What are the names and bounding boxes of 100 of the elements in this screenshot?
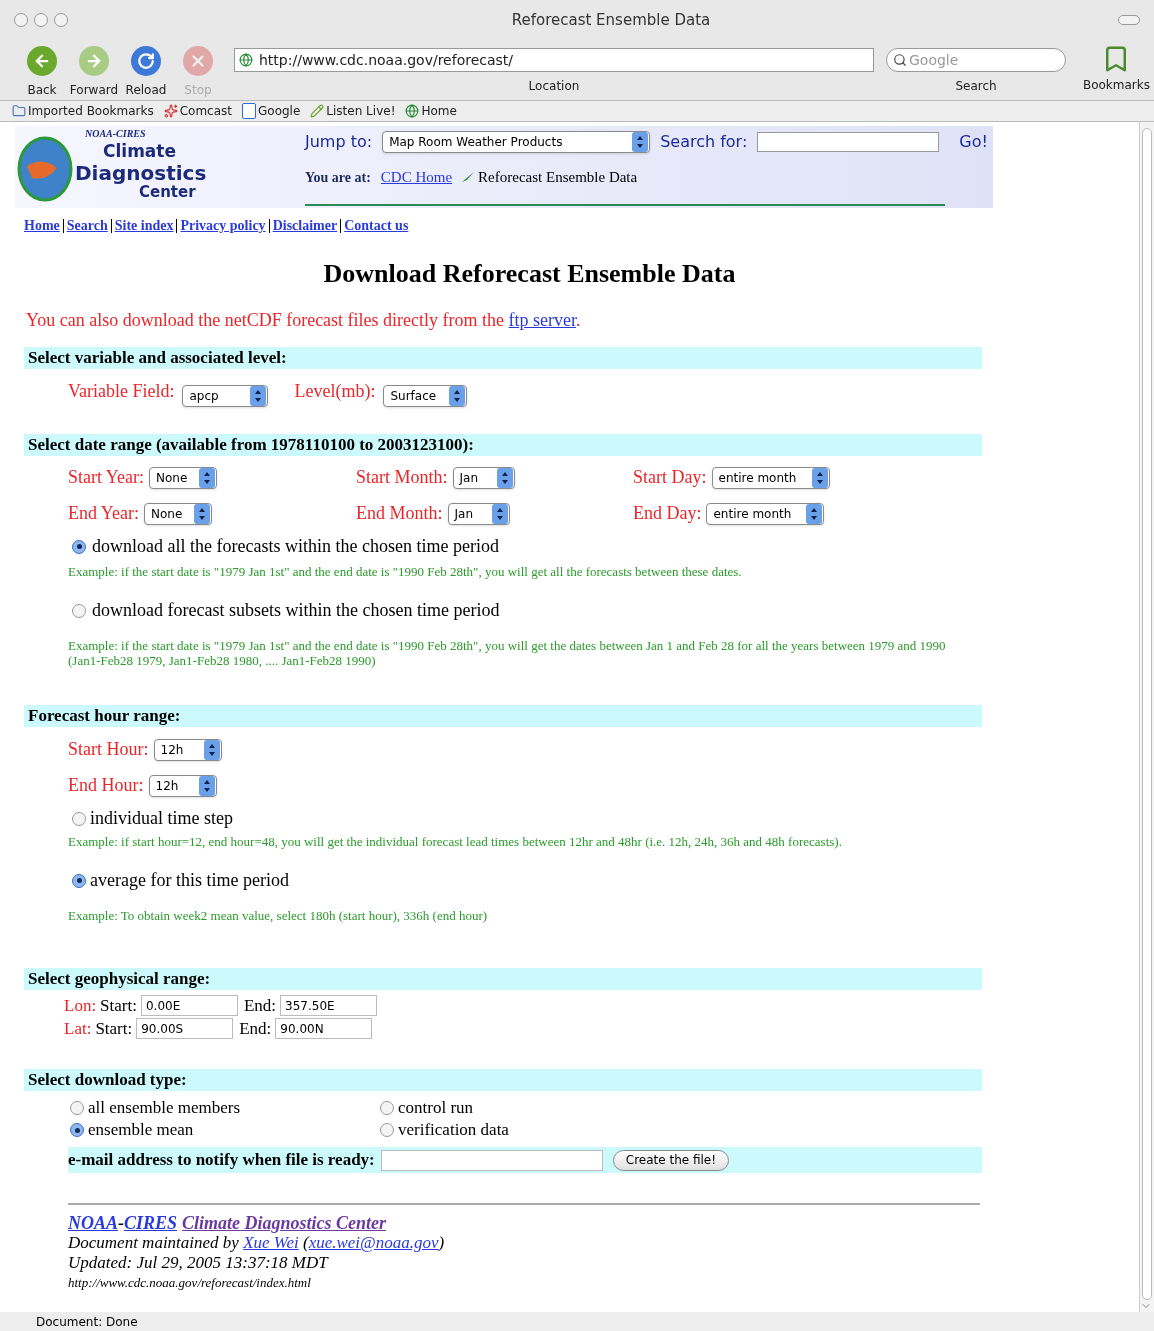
radio-button[interactable] — [70, 1101, 84, 1115]
go-button[interactable]: Go! — [959, 130, 988, 154]
breadcrumb-current: Reforecast Ensemble Data — [478, 168, 638, 187]
field-caption: Search — [955, 78, 997, 95]
radio-button[interactable] — [380, 1101, 394, 1115]
email-field[interactable] — [380, 1149, 603, 1171]
field-label: Start Month: — [356, 466, 448, 489]
option-label: all ensemble members — [88, 1097, 240, 1120]
maintainer-link[interactable]: Xue Wei — [243, 1233, 299, 1252]
org-link[interactable]: CIRES — [124, 1213, 178, 1233]
address-field[interactable]: http://www.cdc.noaa.gov/reforecast/ — [234, 48, 874, 72]
window-control-icon[interactable] — [54, 13, 68, 27]
text-field[interactable]: 0.00E — [140, 995, 238, 1016]
text-field[interactable]: 357.50E — [280, 995, 378, 1016]
field-label: End Year: — [68, 502, 139, 525]
radio-button[interactable] — [72, 603, 86, 618]
text-field[interactable]: 90.00N — [275, 1018, 373, 1039]
dropdown[interactable]: Jan — [447, 502, 510, 525]
nav-link[interactable]: Disclaimer — [272, 215, 338, 236]
toolbar-toggle-icon[interactable] — [1118, 15, 1140, 25]
stepper-icon — [491, 503, 508, 524]
text-field[interactable]: 90.00S — [136, 1018, 234, 1039]
page-url: http://www.cdc.noaa.gov/reforecast/index.html — [68, 1274, 312, 1292]
radio-button[interactable] — [380, 1123, 394, 1137]
stepper-icon — [194, 503, 210, 524]
dropdown[interactable]: entire month — [706, 502, 825, 525]
ftp-link[interactable]: ftp server — [508, 310, 577, 330]
toolbar-button[interactable]: Back — [16, 40, 68, 99]
dropdown[interactable]: 12h — [153, 738, 222, 761]
email-label: e-mail address to notify when file is ready: — [68, 1149, 375, 1172]
stepper-icon — [632, 132, 649, 152]
field-label: Start Hour: — [68, 738, 149, 761]
create-file-button[interactable]: Create the file! — [612, 1149, 730, 1171]
bookmark-link[interactable]: Imported Bookmarks — [28, 102, 154, 120]
maintainer-text: Document maintained by Xue Wei (xue.wei@noaa.gov) — [68, 1233, 446, 1253]
stop-icon — [183, 46, 213, 76]
toolbar-button[interactable]: Reload — [120, 40, 172, 99]
nav-link[interactable]: Privacy policy — [180, 215, 266, 236]
field-label: End Day: — [633, 502, 702, 525]
radio-button[interactable] — [72, 539, 86, 554]
option-label: ensemble mean — [88, 1119, 194, 1142]
status-text: Document: Done — [36, 1313, 138, 1331]
site-search-field[interactable] — [757, 132, 940, 152]
option-label: average for this time period — [90, 869, 289, 892]
dropdown[interactable]: Surface — [383, 385, 468, 407]
org-link[interactable]: Climate Diagnostics Center — [182, 1213, 387, 1233]
toolbar-button[interactable]: Forward — [68, 40, 120, 99]
bookmark-link[interactable]: Home — [421, 102, 457, 120]
field-label: End Hour: — [68, 774, 144, 797]
dropdown[interactable]: entire month — [711, 466, 830, 489]
dropdown[interactable]: None — [144, 502, 212, 525]
dropdown[interactable]: Jan — [452, 466, 515, 489]
email-link[interactable]: xue.wei@noaa.gov — [308, 1233, 439, 1252]
radio-button[interactable] — [70, 1123, 84, 1137]
logo-text: Diagnostics — [75, 160, 207, 186]
reload-icon — [131, 46, 161, 76]
bookmark-link[interactable]: Listen Live! — [326, 102, 396, 120]
field-label: Start: — [95, 1017, 133, 1040]
logo-top-text: NOAA-CIRES — [85, 127, 146, 141]
search-icon — [893, 53, 907, 67]
dropdown[interactable]: None — [149, 466, 217, 489]
bookmarks-button[interactable]: Bookmarks — [1082, 40, 1150, 94]
field-label: End Month: — [356, 502, 443, 525]
bookmark-link[interactable]: Google — [258, 102, 301, 120]
example-text: Example: To obtain week2 mean value, select 180h (start hour), 336h (end hour) — [68, 908, 489, 923]
stepper-icon — [811, 467, 828, 488]
radio-button[interactable] — [72, 811, 86, 826]
updated-text: Updated: Jul 29, 2005 13:37:18 MDT — [68, 1253, 330, 1273]
logo-text: Climate — [103, 140, 176, 163]
location-label: You are at: — [305, 168, 371, 187]
field-label: Start Year: — [68, 466, 144, 489]
forward-icon — [79, 46, 109, 76]
example-text: Example: if start hour=12, end hour=48, you will get the individual forecast lead times between 12hr and 48hr (i.e. 12h, 24h, 36h and 48h forecasts). — [68, 834, 843, 849]
field-label: Start Day: — [633, 466, 707, 489]
option-label: verification data — [398, 1119, 509, 1142]
window-control-icon[interactable] — [14, 13, 28, 27]
window-control-icon[interactable] — [34, 13, 48, 27]
dropdown[interactable]: apcp — [182, 385, 269, 407]
stepper-icon — [250, 386, 267, 406]
arrow-icon — [462, 172, 475, 183]
field-label: Lon: — [64, 994, 97, 1017]
field-label: End: — [243, 994, 277, 1017]
section-heading: Select download type: — [24, 1069, 982, 1091]
dropdown[interactable]: 12h — [148, 774, 217, 797]
radio-button[interactable] — [72, 873, 86, 888]
sparkle-icon — [163, 104, 178, 118]
org-link[interactable]: NOAA — [68, 1213, 118, 1233]
bookmark-link[interactable]: Comcast — [179, 102, 232, 120]
nav-link[interactable]: Site index — [114, 215, 174, 236]
stepper-icon — [496, 467, 513, 488]
dropdown[interactable]: Map Room Weather Products — [382, 131, 651, 153]
nav-link[interactable]: Home — [24, 215, 60, 236]
field-label: Lat: — [64, 1017, 92, 1040]
globe-icon — [239, 53, 253, 67]
breadcrumb-link[interactable]: CDC Home — [380, 166, 453, 189]
option-label: control run — [398, 1097, 474, 1120]
nav-link[interactable]: Search — [66, 215, 108, 236]
nav-link[interactable]: Contact us — [344, 215, 409, 236]
option-label: individual time step — [90, 807, 233, 830]
search-label: Search for: — [660, 131, 748, 153]
